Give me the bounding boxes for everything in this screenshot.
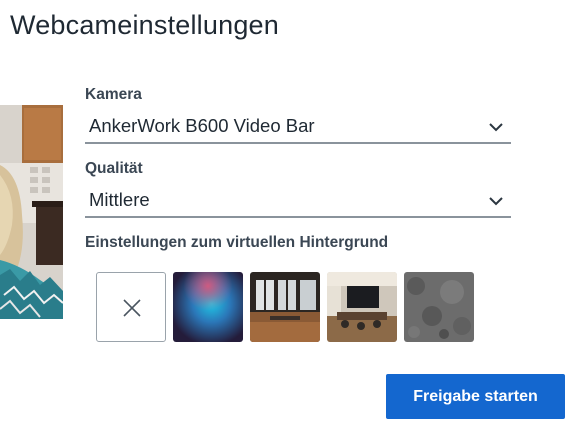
background-option-grey-texture[interactable] xyxy=(404,272,474,342)
background-option-conference-room[interactable] xyxy=(327,272,397,342)
camera-select-value: AnkerWork B600 Video Bar xyxy=(89,115,315,136)
background-option-blur[interactable] xyxy=(173,272,243,342)
chevron-down-icon xyxy=(489,197,503,206)
chevron-down-icon xyxy=(489,123,503,132)
background-option-office-window[interactable] xyxy=(250,272,320,342)
virtual-background-label: Einstellungen zum virtuellen Hintergrund xyxy=(85,234,389,251)
quality-select-value: Mittlere xyxy=(89,189,150,210)
blur-background-image xyxy=(173,272,243,342)
dialog-title: Webcameinstellungen xyxy=(10,10,279,40)
conference-room-image xyxy=(327,272,397,342)
camera-preview-image xyxy=(0,105,63,319)
quality-select[interactable]: Mittlere xyxy=(85,186,511,218)
close-icon xyxy=(123,299,141,317)
start-sharing-button[interactable]: Freigabe starten xyxy=(386,374,565,419)
camera-select[interactable]: AnkerWork B600 Video Bar xyxy=(85,112,511,144)
grey-texture-image xyxy=(404,272,474,342)
camera-label: Kamera xyxy=(85,86,142,103)
camera-preview xyxy=(0,105,63,319)
quality-label: Qualität xyxy=(85,160,143,177)
office-window-image xyxy=(250,272,320,342)
background-option-none[interactable] xyxy=(96,272,166,342)
